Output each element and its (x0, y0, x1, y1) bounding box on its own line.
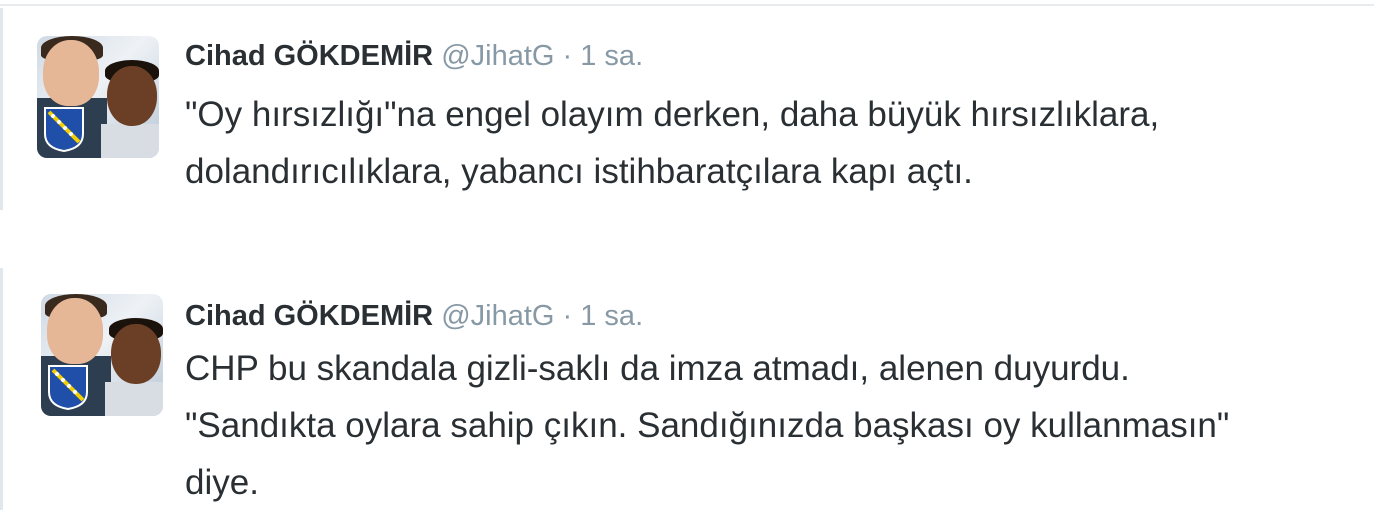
timestamp[interactable]: 1 sa. (580, 300, 643, 332)
avatar-detail (101, 124, 159, 158)
tweet-text-line: "Sandıkta oylara sahip çıkın. Sandığınız… (185, 406, 1230, 445)
avatar[interactable] (37, 36, 159, 158)
avatar-detail (111, 324, 161, 384)
tweet-header: Cihad GÖKDEMİR @JihatG · 1 sa. (185, 38, 643, 74)
avatar-detail (105, 382, 163, 416)
bosnian-flag-icon (48, 365, 88, 410)
tweet[interactable]: Cihad GÖKDEMİR @JihatG · 1 sa. "Oy hırsı… (0, 8, 1374, 210)
avatar[interactable] (41, 294, 163, 416)
tweet-text-line: diye. (185, 463, 259, 502)
timestamp[interactable]: 1 sa. (580, 40, 643, 72)
avatar-detail (43, 40, 99, 106)
author-name[interactable]: Cihad GÖKDEMİR (185, 300, 433, 332)
separator-dot: · (562, 300, 573, 332)
tweet-header: Cihad GÖKDEMİR @JihatG · 1 sa. (185, 298, 643, 334)
author-handle[interactable]: @JihatG (441, 300, 554, 332)
tweet-text: "Oy hırsızlığı"na engel olayım derken, d… (185, 86, 1365, 200)
separator-dot: · (562, 40, 573, 72)
tweet-text-line: dolandırıcılıklara, yabancı istihbaratçı… (185, 152, 973, 191)
avatar-detail (107, 66, 157, 126)
bosnian-flag-icon (44, 107, 84, 152)
author-handle[interactable]: @JihatG (441, 40, 554, 72)
top-divider (0, 0, 1374, 6)
avatar-detail (47, 298, 103, 364)
tweet-text: CHP bu skandala gizli-saklı da imza atma… (185, 340, 1365, 510)
tweet[interactable]: Cihad GÖKDEMİR @JihatG · 1 sa. CHP bu sk… (0, 268, 1374, 510)
author-name[interactable]: Cihad GÖKDEMİR (185, 40, 433, 72)
tweet-text-line: CHP bu skandala gizli-saklı da imza atma… (185, 349, 1130, 388)
tweet-text-line: "Oy hırsızlığı"na engel olayım derken, d… (185, 95, 1160, 134)
